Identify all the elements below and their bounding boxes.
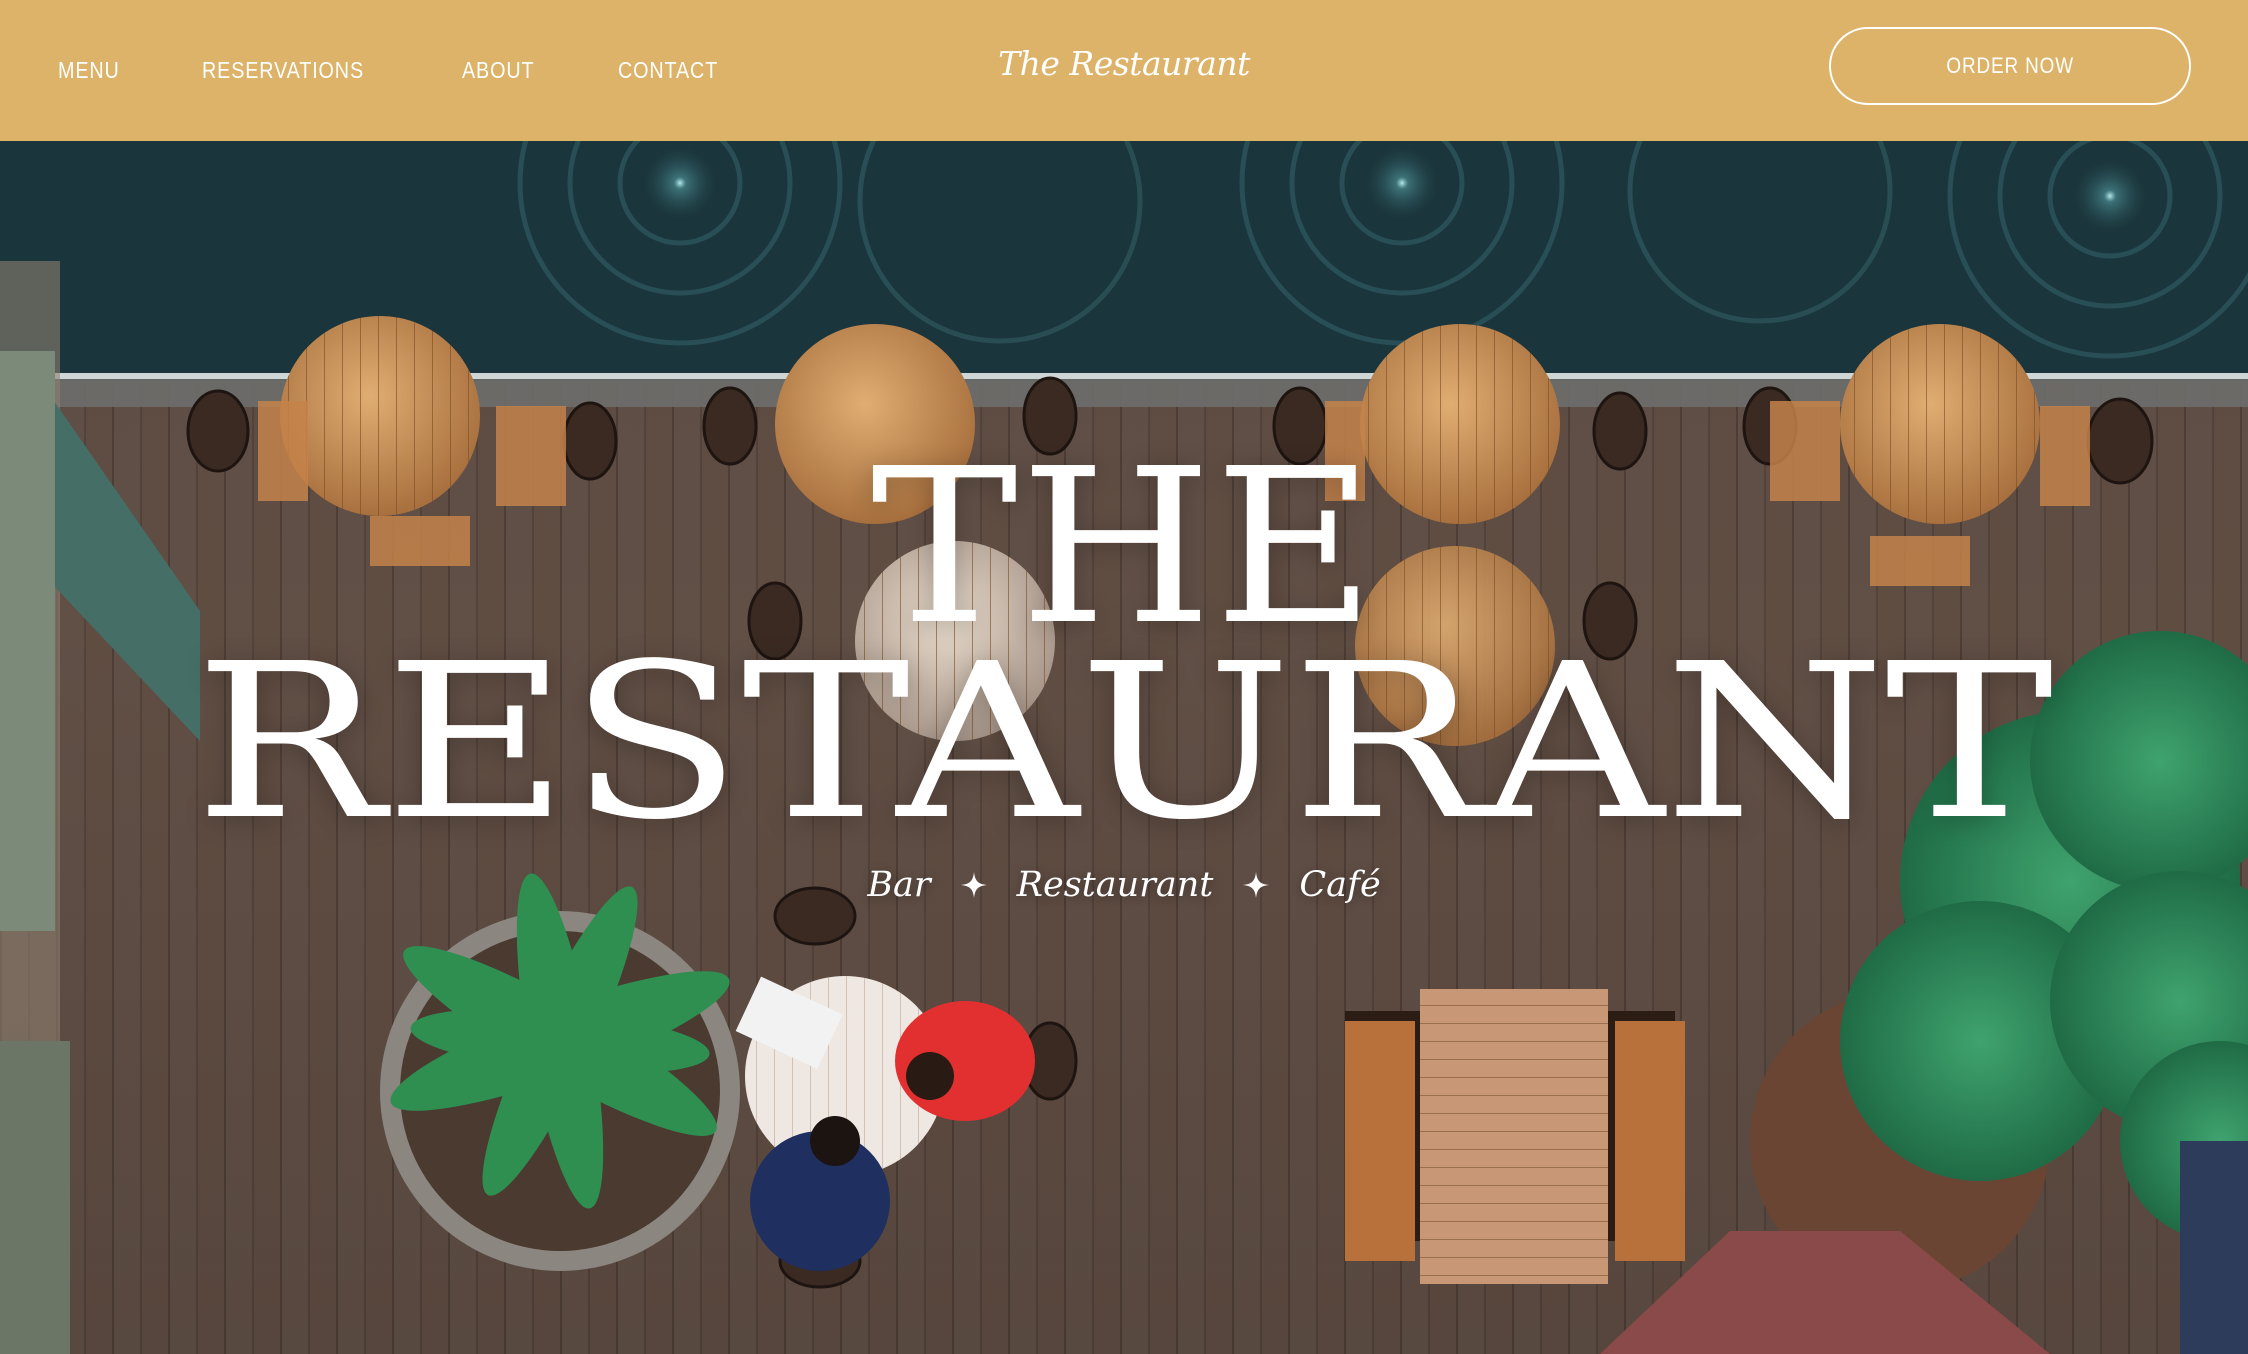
site-header: MENU RESERVATIONS ABOUT CONTACT The Rest… [0,0,2248,141]
nav-link-menu[interactable]: MENU [58,57,120,84]
order-now-label: ORDER NOW [1946,53,2074,78]
main-nav: MENU RESERVATIONS ABOUT CONTACT [58,0,735,141]
tagline-bar: Bar [867,865,931,905]
hero-title-line2: RESTAURANT [194,618,2054,867]
sparkle-icon [960,872,987,898]
tagline-restaurant: Restaurant [1016,865,1214,905]
tagline-cafe: Café [1299,865,1381,905]
hero-tagline: Bar Restaurant Café [0,865,2248,905]
order-now-button[interactable]: ORDER NOW [1829,27,2191,105]
nav-link-about[interactable]: ABOUT [462,57,534,84]
nav-link-reservations[interactable]: RESERVATIONS [202,57,364,84]
hero-section: THE RESTAURANT Bar Restaurant Café [0,141,2248,1354]
sparkle-icon [1243,872,1270,898]
nav-link-contact[interactable]: CONTACT [618,57,718,84]
brand-logo[interactable]: The Restaurant [998,44,1250,83]
